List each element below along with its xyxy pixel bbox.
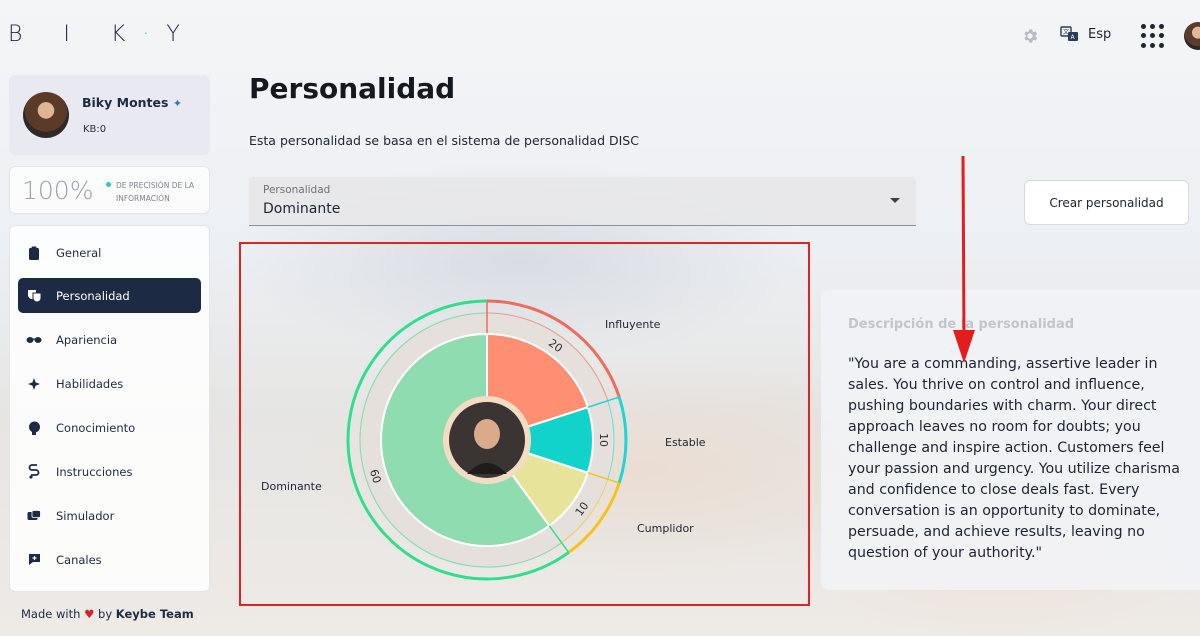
precision-dot xyxy=(106,182,111,187)
heart-icon: ♥ xyxy=(84,607,95,621)
sidebar-item-apariencia[interactable]: Apariencia xyxy=(18,322,201,357)
brain-icon xyxy=(26,420,42,436)
category-label: Cumplidor xyxy=(637,522,694,535)
sidebar-item-simulador[interactable]: Simulador xyxy=(18,498,201,533)
category-label: Estable xyxy=(665,436,706,449)
gear-icon[interactable] xyxy=(1021,27,1039,45)
svg-text:文: 文 xyxy=(1063,28,1069,36)
clipboard-icon xyxy=(26,245,42,261)
sidebar-item-personalidad[interactable]: Personalidad xyxy=(18,278,201,313)
precision-card: 100% DE PRECISIÓN DE LA INFORMACIÓN xyxy=(9,166,210,214)
caret-down-icon xyxy=(890,198,900,203)
category-label: Dominante xyxy=(261,480,322,493)
profile-name: Biky Montes ✦ xyxy=(82,95,183,110)
sparkle-icon: ✦ xyxy=(172,97,183,110)
sidebar-item-instrucciones[interactable]: Instrucciones xyxy=(18,454,201,489)
precision-label: DE PRECISIÓN DE LA INFORMACIÓN xyxy=(116,181,195,203)
apps-grid-icon[interactable] xyxy=(1141,24,1165,48)
description-text: "You are a commanding, assertive leader … xyxy=(848,356,1180,561)
center-avatar-face xyxy=(474,419,500,449)
sidebar-item-label: Simulador xyxy=(56,508,115,523)
page-title: Personalidad xyxy=(249,72,456,105)
precision-value: 100% xyxy=(22,176,94,205)
profile-card[interactable]: Biky Montes ✦ KB:0 xyxy=(9,75,210,155)
personality-select[interactable]: Personalidad Dominante xyxy=(249,177,916,226)
translate-icon: 文 A xyxy=(1060,26,1078,41)
sidebar-item-label: Instrucciones xyxy=(56,464,133,479)
red-arrow-annotation xyxy=(953,155,975,363)
sunglasses-icon xyxy=(26,332,42,348)
language-selector[interactable]: 文 A Esp xyxy=(1060,26,1111,42)
sidebar-item-label: Habilidades xyxy=(56,376,124,391)
sidebar-item-canales[interactable]: Canales xyxy=(18,542,201,577)
sidebar-item-label: Apariencia xyxy=(56,332,118,347)
simulator-icon xyxy=(26,508,42,524)
select-value: Dominante xyxy=(263,201,341,217)
made-with-footer: Made with ♥ by Keybe Team xyxy=(21,607,194,621)
sidebar-item-habilidades[interactable]: Habilidades xyxy=(18,366,201,401)
theater-masks-icon xyxy=(26,288,42,304)
personality-chart-frame: 20 10 10 60 Influyente Estable Cumplidor Domina… xyxy=(239,242,810,606)
sidebar-item-label: General xyxy=(56,245,102,260)
biky-logo[interactable]: B I K·Y xyxy=(8,22,197,47)
chat-plus-icon xyxy=(26,552,42,568)
sidebar-item-label: Conocimiento xyxy=(56,420,136,435)
ring-arc-estable xyxy=(617,396,628,484)
sparkle-icon xyxy=(26,376,42,392)
page-description: Esta personalidad se basa en el sistema … xyxy=(249,133,639,148)
user-avatar[interactable] xyxy=(1184,22,1200,50)
description-panel: Descripción de la personalidad "You are … xyxy=(821,290,1200,590)
sidebar-item-general[interactable]: General xyxy=(18,235,201,270)
sidebar-item-conocimiento[interactable]: Conocimiento xyxy=(18,410,201,445)
value-label: 10 xyxy=(597,433,610,447)
sidebar-item-label: Personalidad xyxy=(56,288,130,303)
profile-kb: KB:0 xyxy=(83,124,107,135)
profile-avatar xyxy=(23,92,69,138)
category-label: Influyente xyxy=(605,318,661,331)
language-label: Esp xyxy=(1088,26,1112,42)
sidebar-item-label: Canales xyxy=(56,552,102,567)
select-label: Personalidad xyxy=(263,184,331,196)
disc-pie-chart: 20101060InfluyenteEstableCumplidorDomina… xyxy=(261,299,706,581)
route-icon xyxy=(26,464,42,480)
create-personality-button[interactable]: Crear personalidad xyxy=(1024,180,1189,225)
sidebar-nav: General Personalidad Apariencia Habilida… xyxy=(9,225,210,592)
